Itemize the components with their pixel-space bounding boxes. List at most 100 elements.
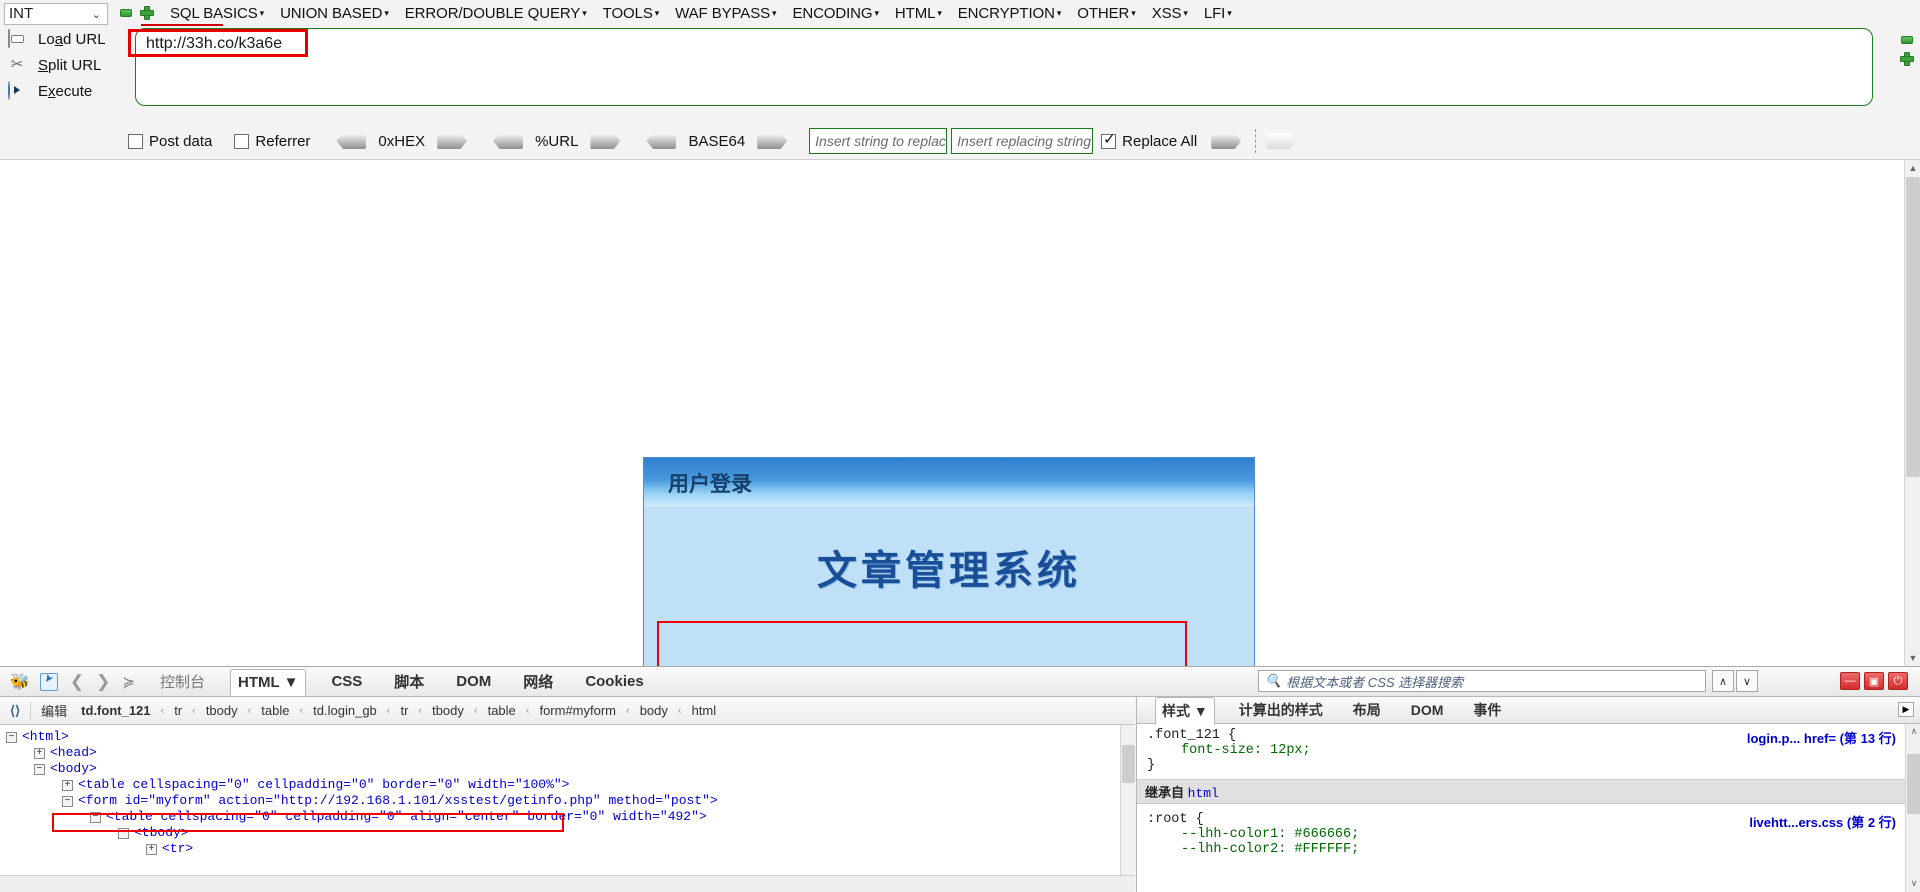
- extra-apply-button[interactable]: [1266, 133, 1296, 149]
- menu-error-double-query[interactable]: ERROR/DOUBLE QUERY ▾: [405, 5, 587, 22]
- breadcrumb-item-1[interactable]: tr: [174, 703, 182, 718]
- minimize-button[interactable]: —: [1840, 672, 1860, 690]
- css-tab-style[interactable]: 样式 ▼: [1155, 696, 1215, 725]
- tab-html[interactable]: HTML ▼: [230, 668, 307, 696]
- tree-toggle[interactable]: −: [62, 796, 73, 807]
- injection-type-select[interactable]: INT ⌄: [4, 2, 108, 25]
- tree-row[interactable]: + <tr>: [0, 841, 1120, 857]
- tree-row[interactable]: − <body>: [0, 761, 1120, 777]
- replace-all-checkbox[interactable]: Replace All: [1101, 131, 1197, 150]
- tree-toggle[interactable]: +: [34, 748, 45, 759]
- menu-encryption[interactable]: ENCRYPTION ▾: [958, 5, 1062, 22]
- scrollbar-thumb[interactable]: [1122, 745, 1135, 783]
- replace-string-input[interactable]: Insert replacing string: [951, 128, 1094, 154]
- devtools-search-input[interactable]: 🔍 根据文本或者 CSS 选择器搜索: [1258, 670, 1706, 692]
- tree-row[interactable]: − <html>: [0, 729, 1120, 745]
- css-tab-events[interactable]: 事件: [1467, 697, 1507, 723]
- scroll-up-arrow[interactable]: ∧: [1906, 724, 1920, 740]
- menu-encoding[interactable]: ENCODING ▾: [792, 5, 879, 22]
- search-next-button[interactable]: ∨: [1736, 670, 1758, 692]
- css-rule-source[interactable]: login.p... href= (第 13 行): [1747, 728, 1896, 747]
- hex-decode-button[interactable]: [336, 133, 366, 149]
- tree-toggle[interactable]: −: [34, 764, 45, 775]
- scroll-down-arrow[interactable]: ∨: [1906, 876, 1920, 892]
- minus-box-icon[interactable]: [120, 9, 132, 17]
- menu-union-based[interactable]: UNION BASED ▾: [280, 5, 389, 22]
- tab-css[interactable]: CSS: [324, 669, 369, 694]
- menu-waf-bypass[interactable]: WAF BYPASS ▾: [675, 5, 776, 22]
- css-rule-root[interactable]: livehtt...ers.css (第 2 行) :root { --lhh-…: [1137, 804, 1920, 857]
- post-data-checkbox[interactable]: Post data: [128, 133, 212, 150]
- element-picker-icon[interactable]: [39, 672, 58, 691]
- tab-console[interactable]: 控制台: [153, 667, 212, 696]
- url-textarea[interactable]: http://33h.co/k3a6e: [135, 28, 1873, 106]
- tab-script[interactable]: 脚本: [387, 667, 431, 696]
- code-brackets-icon[interactable]: ⟨⟩: [10, 703, 20, 719]
- tab-network[interactable]: 网络: [516, 667, 560, 696]
- breadcrumb-item-6[interactable]: tbody: [432, 703, 464, 718]
- load-url-button[interactable]: Load URL: [0, 26, 106, 52]
- scrollbar-thumb[interactable]: [1907, 754, 1920, 814]
- tree-toggle[interactable]: +: [146, 844, 157, 855]
- css-rule-source[interactable]: livehtt...ers.css (第 2 行): [1749, 812, 1896, 831]
- tab-cookies[interactable]: Cookies: [578, 669, 650, 694]
- nav-forward-icon[interactable]: ❯: [96, 672, 110, 692]
- search-prev-button[interactable]: ∧: [1712, 670, 1734, 692]
- base64-encode-button[interactable]: [757, 133, 787, 149]
- tab-dom[interactable]: DOM: [449, 669, 498, 694]
- menu-lfi[interactable]: LFI ▾: [1204, 5, 1232, 22]
- css-tab-computed[interactable]: 计算出的样式: [1233, 697, 1329, 723]
- breadcrumb-item-5[interactable]: tr: [400, 703, 408, 718]
- hackbar-menubar: INT ⌄ SQL BASICS ▾ UNION BASED ▾ ERROR/DOU…: [0, 0, 1920, 26]
- replace-apply-button[interactable]: [1211, 133, 1241, 149]
- tree-row-highlighted[interactable]: − <form id="myform" action="http://192.16…: [0, 793, 1120, 809]
- edit-button[interactable]: 编辑: [41, 701, 67, 720]
- viewport-scrollbar[interactable]: ▲ ▼: [1904, 160, 1920, 666]
- tree-toggle[interactable]: +: [62, 780, 73, 791]
- referrer-checkbox[interactable]: Referrer: [234, 133, 310, 150]
- menu-html[interactable]: HTML ▾: [895, 5, 942, 22]
- breadcrumb-item-8[interactable]: form#myform: [539, 703, 616, 718]
- detach-button[interactable]: ▣: [1864, 672, 1884, 690]
- hex-encode-button[interactable]: [437, 133, 467, 149]
- css-tab-layout[interactable]: 布局: [1347, 697, 1387, 723]
- tree-row[interactable]: + <head>: [0, 745, 1120, 761]
- tree-toggle[interactable]: −: [6, 732, 17, 743]
- breadcrumb-item-2[interactable]: tbody: [206, 703, 238, 718]
- breadcrumb-item-0[interactable]: td.font_121: [81, 703, 150, 718]
- css-scrollbar[interactable]: ∧ ∨: [1905, 724, 1920, 892]
- scroll-up-arrow[interactable]: ▲: [1905, 160, 1920, 176]
- menu-tools[interactable]: TOOLS ▾: [603, 5, 660, 22]
- breadcrumb-item-7[interactable]: table: [488, 703, 516, 718]
- menu-other[interactable]: OTHER ▾: [1077, 5, 1136, 22]
- split-url-button[interactable]: ✂ Split URL: [0, 52, 104, 78]
- scrollbar-thumb[interactable]: [1906, 177, 1920, 477]
- close-button[interactable]: ⏻: [1888, 672, 1908, 690]
- nav-back-icon[interactable]: ❮: [70, 672, 84, 692]
- menu-xss[interactable]: XSS ▾: [1152, 5, 1188, 22]
- menu-label: LFI: [1203, 4, 1226, 22]
- tree-row[interactable]: + <table cellspacing="0" cellpadding="0" …: [0, 777, 1120, 793]
- url-encode-button[interactable]: [590, 133, 620, 149]
- execute-button[interactable]: Execute: [0, 78, 104, 104]
- breadcrumb-item-9[interactable]: body: [640, 703, 668, 718]
- tree-scrollbar[interactable]: [1120, 725, 1135, 875]
- base64-decode-button[interactable]: [646, 133, 676, 149]
- menu-sql-basics[interactable]: SQL BASICS ▾: [170, 5, 264, 22]
- menu-label: UNION BASED: [280, 4, 383, 22]
- css-tab-dom[interactable]: DOM: [1405, 699, 1450, 721]
- css-declaration[interactable]: --lhh-color2: #FFFFFF;: [1147, 842, 1920, 857]
- breadcrumb-item-3[interactable]: table: [261, 703, 289, 718]
- panel-list-icon[interactable]: ≽: [122, 673, 135, 691]
- firebug-bug-icon[interactable]: 🐝: [10, 672, 30, 692]
- find-string-input[interactable]: Insert string to replace: [809, 128, 948, 154]
- scroll-down-arrow[interactable]: ▼: [1905, 650, 1920, 666]
- collapse-icon[interactable]: [1901, 36, 1913, 44]
- add-icon[interactable]: [1900, 52, 1914, 66]
- plus-box-icon[interactable]: [140, 6, 154, 20]
- breadcrumb-item-10[interactable]: html: [692, 703, 717, 718]
- more-tabs-icon[interactable]: ▶: [1898, 702, 1914, 717]
- url-decode-button[interactable]: [493, 133, 523, 149]
- breadcrumb-item-4[interactable]: td.login_gb: [313, 703, 377, 718]
- css-rule-font121[interactable]: login.p... href= (第 13 行) .font_121 { fo…: [1137, 724, 1920, 773]
